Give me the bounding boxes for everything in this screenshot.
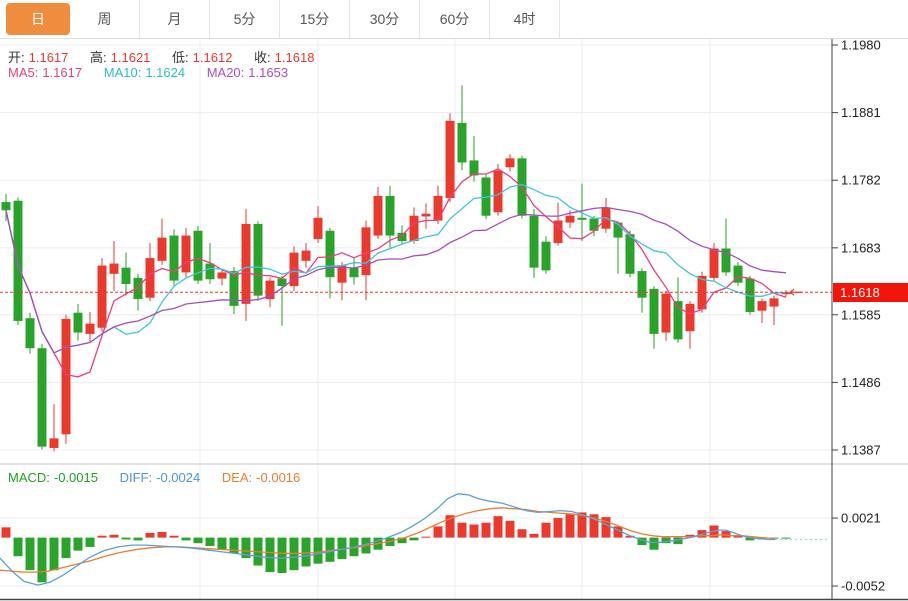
open-label: 开: — [8, 50, 25, 65]
ohlc-readout: 开: 1.1617 高: 1.1621 低: 1.1612 收: 1.1618 — [8, 47, 332, 66]
current-price-tag: 1.1618 — [833, 283, 908, 302]
svg-text:1.1387: 1.1387 — [841, 443, 881, 458]
tab-60min-label: 60分 — [440, 9, 470, 29]
tab-15min-label: 15分 — [300, 9, 330, 29]
low-value: 1.1612 — [193, 50, 233, 65]
svg-text:0.0021: 0.0021 — [841, 511, 881, 526]
ma10-label: MA10: — [104, 65, 142, 80]
ma5-label: MA5: — [8, 65, 38, 80]
ma5-value: 1.1617 — [42, 65, 82, 80]
low-label: 低: — [172, 50, 189, 65]
diff-label: DIFF: — [120, 470, 153, 485]
high-value: 1.1621 — [111, 50, 151, 65]
svg-text:1.1486: 1.1486 — [841, 375, 881, 390]
svg-text:1.1683: 1.1683 — [841, 240, 881, 255]
tab-month[interactable]: 月 — [140, 0, 210, 38]
macd-label: MACD: — [8, 470, 50, 485]
tab-5min-label: 5分 — [234, 9, 256, 29]
chart-canvas[interactable]: 1.1980 1.1881 1.1782 1.1683 1.1585 1.1486 1.13… — [0, 0, 908, 601]
svg-text:1.1980: 1.1980 — [841, 38, 881, 53]
tab-day[interactable]: 日 — [6, 3, 70, 35]
ma-readout: MA5: 1.1617 MA10:1.1624 MA20:1.1653 — [8, 65, 306, 80]
svg-text:1.1585: 1.1585 — [841, 307, 881, 322]
chart-app: 日 周 月 5分 15分 30分 60分 4时 1.1980 1.1881 1.17… — [0, 0, 908, 601]
ma20-label: MA20: — [207, 65, 245, 80]
svg-text:1.1782: 1.1782 — [841, 173, 881, 188]
tab-30min[interactable]: 30分 — [350, 0, 420, 38]
ma10-value: 1.1624 — [145, 65, 185, 80]
tab-5min[interactable]: 5分 — [210, 0, 280, 38]
ma20-value: 1.1653 — [248, 65, 288, 80]
open-value: 1.1617 — [29, 50, 69, 65]
tab-60min[interactable]: 60分 — [420, 0, 490, 38]
svg-text:1.1881: 1.1881 — [841, 105, 881, 120]
tab-15min[interactable]: 15分 — [280, 0, 350, 38]
tab-4hour-label: 4时 — [514, 9, 536, 29]
tab-week[interactable]: 周 — [70, 0, 140, 38]
dea-value: -0.0016 — [256, 470, 300, 485]
tab-day-label: 日 — [31, 9, 45, 29]
close-value: 1.1618 — [275, 50, 315, 65]
dea-label: DEA: — [222, 470, 252, 485]
high-label: 高: — [90, 50, 107, 65]
svg-text:-0.0052: -0.0052 — [841, 579, 885, 594]
close-label: 收: — [254, 50, 271, 65]
timeframe-toolbar: 日 周 月 5分 15分 30分 60分 4时 — [0, 0, 908, 39]
diff-value: -0.0024 — [156, 470, 200, 485]
macd-readout: MACD: -0.0015 DIFF:-0.0024 DEA: -0.0016 — [8, 470, 318, 485]
tab-week-label: 周 — [98, 9, 112, 29]
tab-30min-label: 30分 — [370, 9, 400, 29]
tab-month-label: 月 — [168, 9, 182, 29]
tab-4hour[interactable]: 4时 — [490, 0, 560, 38]
macd-value: -0.0015 — [54, 470, 98, 485]
